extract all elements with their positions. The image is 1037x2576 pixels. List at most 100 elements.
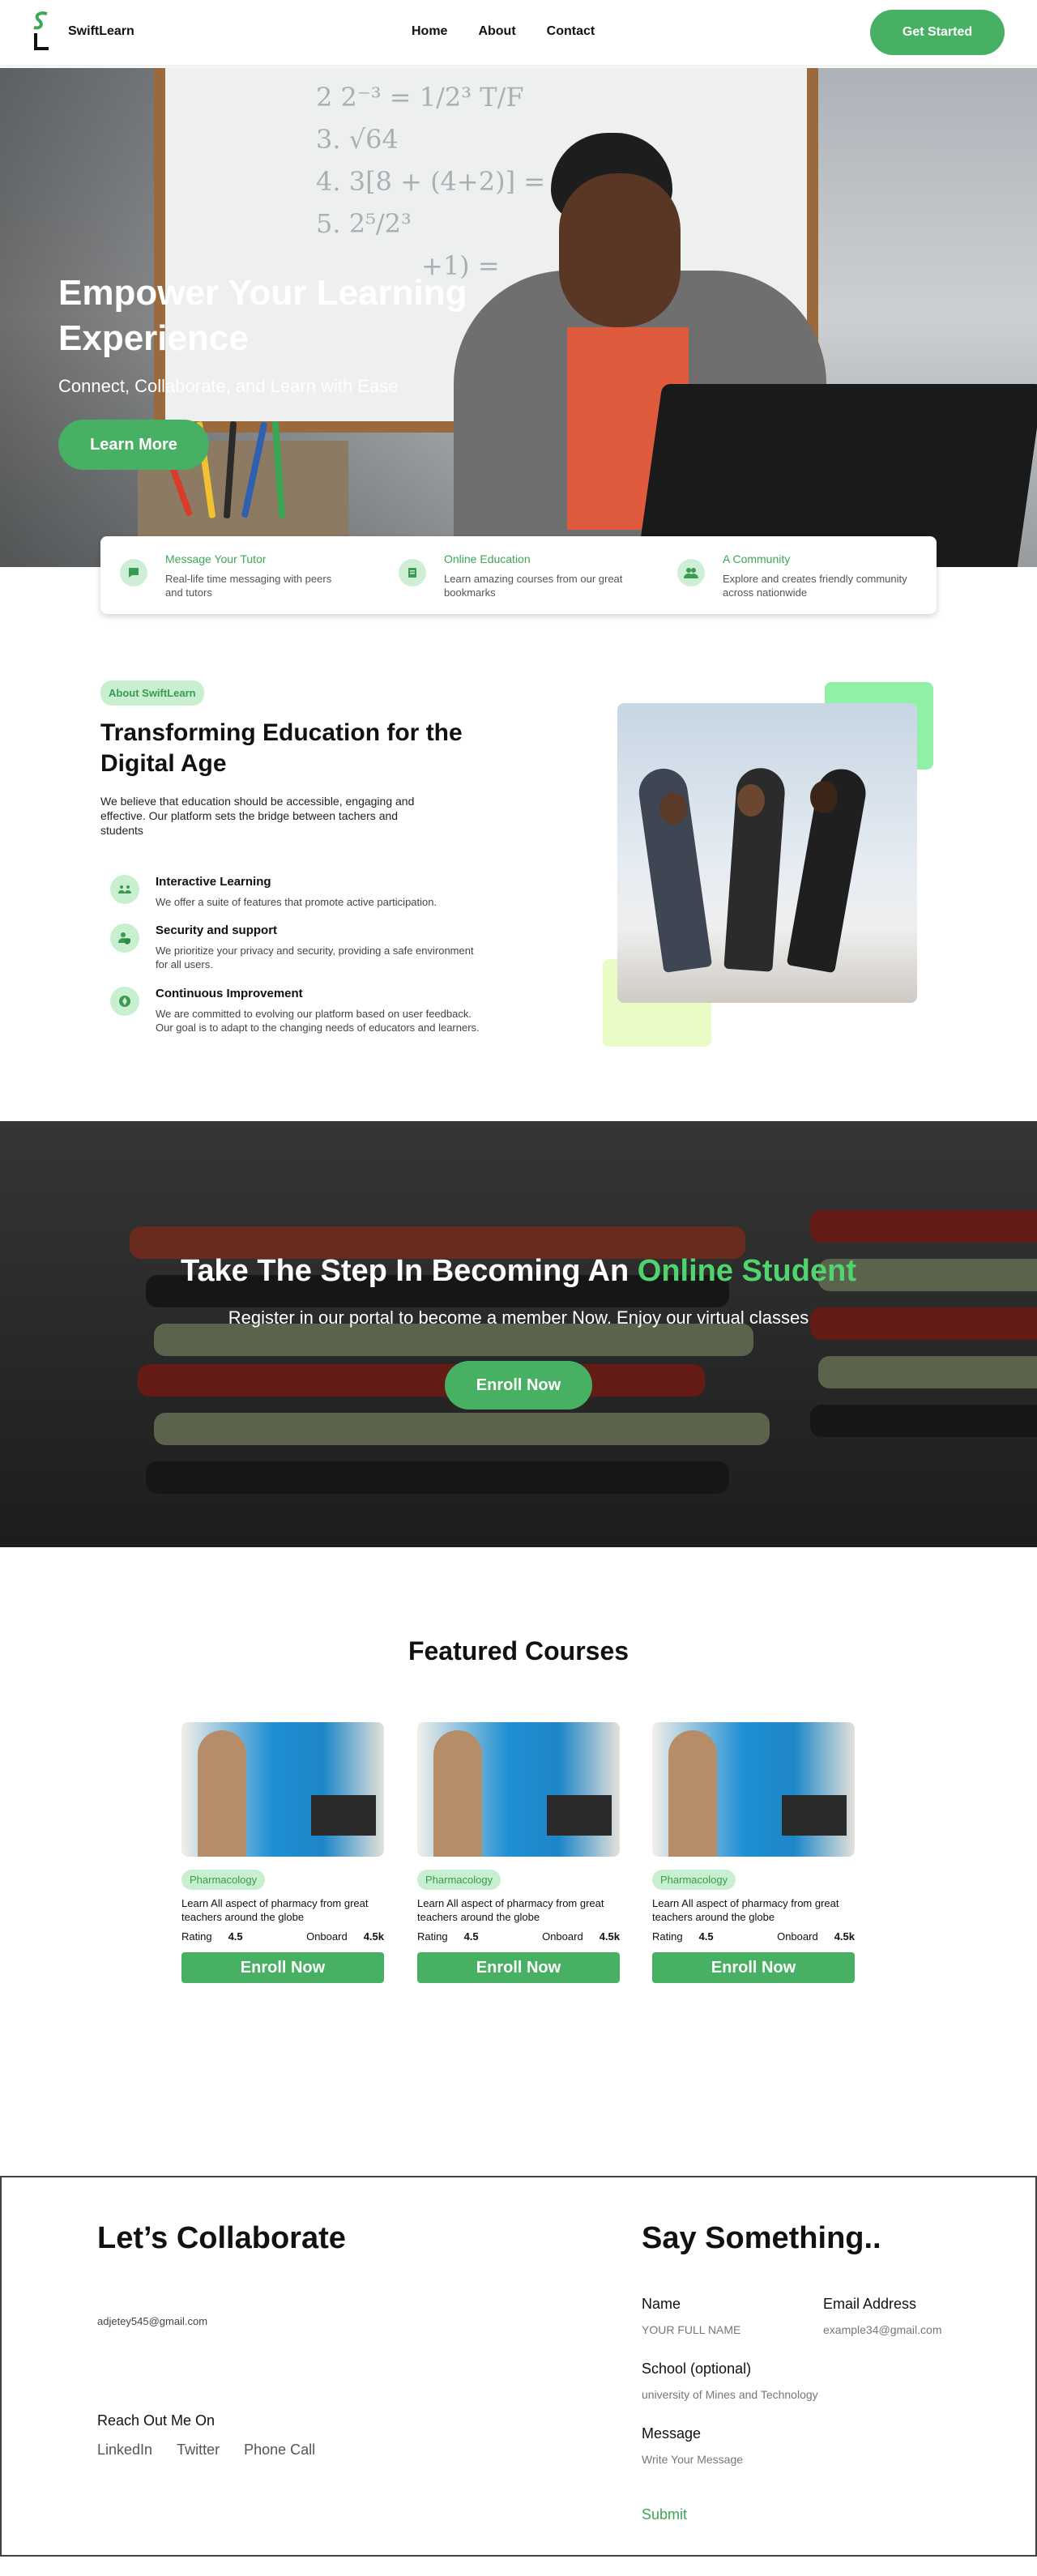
about-item-continuous-improvement: Continuous Improvement We are committed … xyxy=(110,987,483,1034)
linkedin-link[interactable]: LinkedIn xyxy=(97,2442,152,2459)
course-description: Learn All aspect of pharmacy from great … xyxy=(417,1897,604,1923)
feature-title: Message Your Tutor xyxy=(165,552,267,565)
submit-button[interactable]: Submit xyxy=(642,2506,687,2523)
improvement-icon xyxy=(110,987,139,1016)
nav-link-contact[interactable]: Contact xyxy=(547,24,595,39)
twitter-link[interactable]: Twitter xyxy=(177,2442,220,2459)
course-meta: Rating 4.5 Onboard 4.5k xyxy=(181,1930,384,1943)
course-meta: Rating 4.5 Onboard 4.5k xyxy=(652,1930,855,1943)
onboard-label: Onboard xyxy=(306,1930,348,1943)
course-card: Pharmacology Learn All aspect of pharmac… xyxy=(652,1722,855,1983)
about-item-interactive-learning: Interactive Learning We offer a suite of… xyxy=(110,875,483,909)
cta-subtitle: Register in our portal to become a membe… xyxy=(228,1307,809,1328)
onboard-value: 4.5k xyxy=(599,1930,620,1943)
cta-title: Take The Step In Becoming An Online Stud… xyxy=(0,1254,1037,1289)
equation-line: 2 2⁻³ = 1/2³ T/F xyxy=(316,82,524,113)
course-category-badge: Pharmacology xyxy=(181,1870,266,1890)
rating-label: Rating xyxy=(181,1930,212,1943)
rating-value: 4.5 xyxy=(698,1930,714,1943)
equation-line: 5. 2⁵/2³ xyxy=(316,208,412,239)
rating-label: Rating xyxy=(652,1930,683,1943)
feature-title: Online Education xyxy=(444,552,531,565)
about-item-title: Continuous Improvement xyxy=(156,987,303,1000)
course-enroll-button[interactable]: Enroll Now xyxy=(181,1952,384,1983)
equation-line: 3. √64 xyxy=(316,124,399,155)
name-label: Name xyxy=(642,2296,681,2312)
book-icon xyxy=(399,559,426,586)
rating-value: 4.5 xyxy=(228,1930,243,1943)
course-description: Learn All aspect of pharmacy from great … xyxy=(181,1897,369,1923)
features-card: Message Your Tutor Real-life time messag… xyxy=(100,536,937,614)
course-lab-image xyxy=(417,1722,620,1857)
learn-more-button[interactable]: Learn More xyxy=(58,420,209,470)
onboard-label: Onboard xyxy=(542,1930,583,1943)
onboard-value: 4.5k xyxy=(834,1930,855,1943)
course-lab-image xyxy=(181,1722,384,1857)
about-badge: About SwiftLearn xyxy=(100,680,204,706)
feature-message-tutor[interactable]: Message Your Tutor Real-life time messag… xyxy=(100,536,379,614)
hero-subtitle: Connect, Collaborate, and Learn with Eas… xyxy=(58,376,399,396)
email-label: Email Address xyxy=(823,2296,917,2312)
cta-overlay xyxy=(0,1121,1037,1547)
rating-label: Rating xyxy=(417,1930,448,1943)
equation-line: 4. 3[8 + (4+2)] = xyxy=(316,166,546,197)
contact-footer: Let’s Collaborate adjetey545@gmail.com R… xyxy=(0,2176,1037,2557)
about-item-description: We offer a suite of features that promot… xyxy=(156,896,437,908)
course-meta: Rating 4.5 Onboard 4.5k xyxy=(417,1930,620,1943)
onboard-label: Onboard xyxy=(777,1930,818,1943)
course-card: Pharmacology Learn All aspect of pharmac… xyxy=(181,1722,384,1983)
message-label: Message xyxy=(642,2425,702,2442)
phone-call-link[interactable]: Phone Call xyxy=(244,2442,315,2459)
email-input[interactable] xyxy=(823,2323,1018,2336)
say-something-title: Say Something.. xyxy=(642,2221,881,2255)
course-description: Learn All aspect of pharmacy from great … xyxy=(652,1897,839,1923)
course-enroll-button[interactable]: Enroll Now xyxy=(417,1952,620,1983)
onboard-value: 4.5k xyxy=(363,1930,384,1943)
teacher-face xyxy=(559,173,681,327)
hero-section: 2 2⁻³ = 1/2³ T/F 3. √64 4. 3[8 + (4+2)] … xyxy=(0,68,1037,567)
brand-name[interactable]: SwiftLearn xyxy=(68,24,134,39)
feature-description: Learn amazing courses from our great boo… xyxy=(444,573,623,599)
feature-description: Explore and creates friendly community a… xyxy=(723,573,907,599)
contact-email[interactable]: adjetey545@gmail.com xyxy=(97,2315,207,2327)
enroll-cta-section: Take The Step In Becoming An Online Stud… xyxy=(0,1121,1037,1547)
swiftlearn-logo[interactable] xyxy=(29,11,53,52)
about-item-title: Security and support xyxy=(156,923,278,937)
user-shield-icon xyxy=(110,923,139,953)
cta-title-main: Take The Step In Becoming An xyxy=(181,1254,638,1288)
course-category-badge: Pharmacology xyxy=(417,1870,501,1890)
course-lab-image xyxy=(652,1722,855,1857)
course-card: Pharmacology Learn All aspect of pharmac… xyxy=(417,1722,620,1983)
nav-links: Home About Contact xyxy=(412,24,595,39)
get-started-button[interactable]: Get Started xyxy=(870,10,1005,55)
chat-icon xyxy=(120,559,147,586)
courses-title: Featured Courses xyxy=(408,1636,629,1665)
feature-online-education[interactable]: Online Education Learn amazing courses f… xyxy=(379,536,658,614)
about-text: We believe that education should be acce… xyxy=(100,795,415,837)
students-jumping-photo xyxy=(617,703,917,1003)
nav-link-about[interactable]: About xyxy=(478,24,515,39)
nav-link-home[interactable]: Home xyxy=(412,24,447,39)
reach-out-title: Reach Out Me On xyxy=(97,2412,216,2429)
message-input[interactable] xyxy=(642,2453,885,2466)
feature-title: A Community xyxy=(723,552,791,565)
top-navbar: SwiftLearn Home About Contact Get Starte… xyxy=(0,0,1037,65)
feature-description: Real-life time messaging with peers and … xyxy=(165,573,332,599)
school-input[interactable] xyxy=(642,2388,885,2401)
about-item-security: Security and support We prioritize your … xyxy=(110,923,483,971)
course-enroll-button[interactable]: Enroll Now xyxy=(652,1952,855,1983)
about-item-title: Interactive Learning xyxy=(156,875,271,889)
people-icon xyxy=(110,875,139,904)
feature-community[interactable]: A Community Explore and creates friendly… xyxy=(658,536,937,614)
hero-title: Empower Your Learning Experience xyxy=(58,273,467,358)
cta-title-highlight: Online Student xyxy=(637,1254,856,1288)
course-category-badge: Pharmacology xyxy=(652,1870,736,1890)
community-icon xyxy=(677,559,705,586)
collaborate-title: Let’s Collaborate xyxy=(97,2221,346,2255)
about-item-description: We are committed to evolving our platfor… xyxy=(156,1008,480,1034)
enroll-now-button[interactable]: Enroll Now xyxy=(445,1361,592,1410)
rating-value: 4.5 xyxy=(463,1930,479,1943)
whiteboard-equations: 2 2⁻³ = 1/2³ T/F 3. √64 4. 3[8 + (4+2)] … xyxy=(316,76,545,287)
school-label: School (optional) xyxy=(642,2361,752,2377)
name-input[interactable] xyxy=(642,2323,836,2336)
